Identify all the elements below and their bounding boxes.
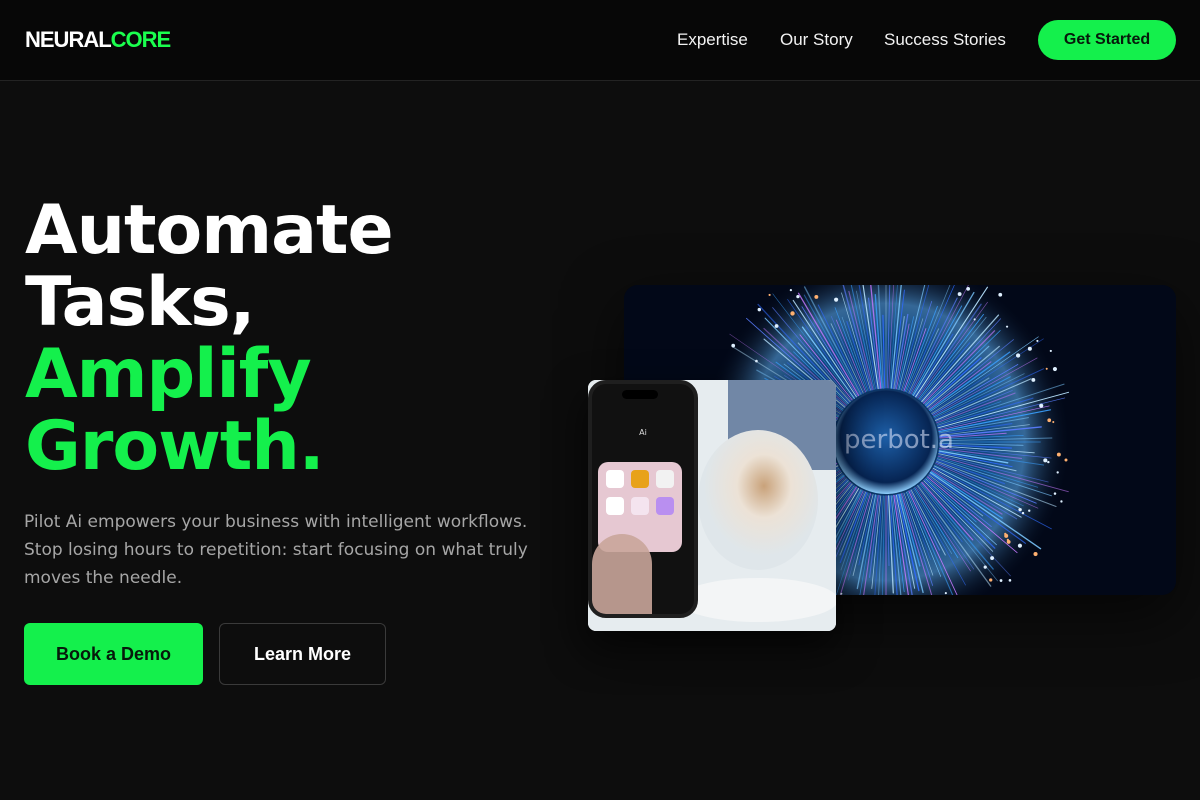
neural-spark bbox=[1047, 418, 1052, 423]
headline-line-2: Tasks, bbox=[25, 263, 256, 342]
neural-spark bbox=[1060, 500, 1063, 503]
neural-spark bbox=[774, 324, 779, 328]
neural-spark bbox=[957, 292, 962, 296]
neural-spark bbox=[755, 359, 758, 363]
gemini-app-icon bbox=[606, 497, 624, 515]
neural-spark bbox=[1049, 349, 1052, 353]
neural-spark bbox=[1027, 346, 1032, 351]
neural-spark bbox=[1052, 421, 1055, 424]
site-header: NEURALCORE Expertise Our Story Success S… bbox=[0, 0, 1200, 81]
nav-success-stories[interactable]: Success Stories bbox=[884, 30, 1006, 50]
phone-notch bbox=[622, 390, 658, 399]
neural-spark bbox=[1031, 378, 1036, 382]
neural-spark bbox=[998, 292, 1003, 297]
nav-our-story[interactable]: Our Story bbox=[780, 30, 853, 50]
neural-spark bbox=[1056, 452, 1061, 457]
neural-spark bbox=[1045, 367, 1048, 370]
neural-spark bbox=[1047, 460, 1050, 464]
chatgpt-app-icon bbox=[606, 470, 624, 488]
image-watermark: perbot.a bbox=[844, 425, 954, 455]
neural-spark bbox=[840, 592, 843, 595]
app-icon-2 bbox=[631, 470, 649, 488]
hand-image bbox=[592, 534, 652, 614]
neural-spark bbox=[1028, 509, 1031, 512]
neural-spark bbox=[1039, 403, 1044, 408]
neural-spark bbox=[1053, 492, 1057, 495]
book-demo-button[interactable]: Book a Demo bbox=[24, 623, 203, 685]
neural-spark bbox=[1015, 353, 1021, 358]
headline-line-4: Growth. bbox=[25, 407, 325, 486]
neural-spark bbox=[789, 288, 793, 292]
app-icon-5 bbox=[631, 497, 649, 515]
hero-description: Pilot Ai empowers your business with int… bbox=[24, 512, 528, 588]
app-icon-6 bbox=[656, 497, 674, 515]
neural-spark bbox=[1018, 507, 1022, 512]
logo[interactable]: NEURALCORE bbox=[25, 27, 172, 53]
neural-spark bbox=[1064, 458, 1068, 462]
neural-spark bbox=[1004, 533, 1009, 538]
neural-spark bbox=[1043, 458, 1048, 463]
logo-part-1: NEURAL bbox=[25, 27, 112, 52]
neural-spark bbox=[1021, 511, 1025, 515]
learn-more-button[interactable]: Learn More bbox=[219, 623, 386, 685]
neural-spark bbox=[768, 293, 771, 297]
neural-spark bbox=[1033, 551, 1038, 557]
neural-spark bbox=[1008, 579, 1012, 582]
neural-spark bbox=[834, 297, 839, 302]
neural-spark bbox=[999, 579, 1003, 582]
neural-spark bbox=[989, 578, 993, 582]
neural-spark bbox=[1005, 325, 1009, 328]
neural-spark bbox=[1017, 543, 1023, 548]
neural-spark bbox=[1056, 471, 1059, 474]
neural-spark bbox=[814, 294, 819, 299]
neural-spark bbox=[973, 318, 976, 321]
anthropic-app-icon bbox=[656, 470, 674, 488]
neural-spark bbox=[1052, 366, 1058, 372]
hero-headline: Automate Tasks, Amplify Growth. bbox=[25, 191, 394, 486]
neural-spark bbox=[790, 311, 795, 316]
neural-spark bbox=[990, 556, 995, 560]
neural-spark bbox=[1006, 540, 1011, 544]
neural-spark bbox=[757, 307, 762, 312]
phone-screen-title: Ai bbox=[639, 428, 647, 437]
nav-expertise[interactable]: Expertise bbox=[677, 30, 748, 50]
neural-spark bbox=[983, 565, 987, 569]
neural-spark bbox=[1036, 339, 1039, 343]
get-started-button[interactable]: Get Started bbox=[1038, 20, 1176, 60]
neural-spark bbox=[966, 286, 970, 291]
device-mockup-image: Ai bbox=[588, 380, 836, 631]
neural-spark bbox=[944, 592, 947, 595]
neural-spark bbox=[796, 294, 800, 299]
headline-line-3: Amplify bbox=[25, 335, 312, 414]
phone-mockup: Ai bbox=[588, 380, 698, 618]
logo-part-2: CORE bbox=[110, 27, 172, 52]
headline-line-1: Automate bbox=[25, 191, 394, 270]
neural-spark bbox=[731, 343, 736, 348]
